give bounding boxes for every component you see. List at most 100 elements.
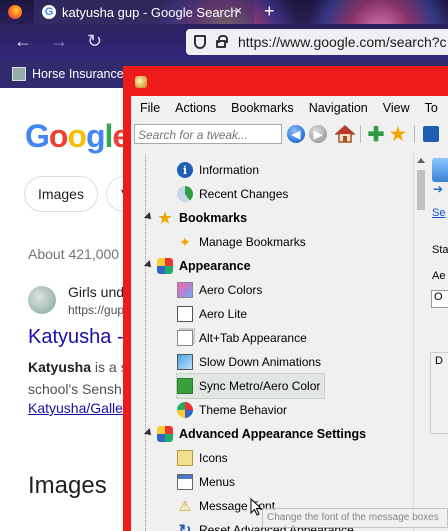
settings-link[interactable]: Se: [432, 207, 445, 219]
aero-lite-icon: [177, 306, 193, 322]
result-site-url[interactable]: https://gup: [68, 303, 124, 317]
home-icon[interactable]: [335, 124, 355, 144]
add-bookmark-icon[interactable]: ✚: [367, 124, 385, 146]
reload-icon[interactable]: ↻: [87, 31, 102, 51]
tree-item[interactable]: Menus: [177, 470, 235, 494]
tree-item[interactable]: Alt+Tab Appearance: [177, 326, 307, 350]
firefox-icon: [8, 5, 22, 19]
search-input[interactable]: [134, 124, 282, 144]
tree-item-label: Bookmarks: [179, 211, 248, 225]
bookmarks-star-icon[interactable]: ★: [389, 124, 407, 144]
shield-icon[interactable]: [194, 35, 206, 49]
tree-item[interactable]: Theme Behavior: [177, 398, 287, 422]
result-sublink[interactable]: Katyusha/Galle: [28, 400, 123, 416]
recent-changes-icon: [177, 186, 193, 202]
icons-icon: [177, 450, 193, 466]
back-arrow-icon[interactable]: ◀: [287, 125, 305, 143]
browser-tab-bar: G katyusha gup - Google Search × +: [0, 0, 448, 24]
menu-file[interactable]: File: [140, 101, 160, 115]
tree-item[interactable]: Recent Changes: [177, 182, 288, 206]
result-site-name[interactable]: Girls und: [68, 284, 124, 300]
images-section-heading: Images: [28, 472, 107, 499]
menu-view[interactable]: View: [383, 101, 410, 115]
forward-arrow-icon[interactable]: ▶: [309, 125, 327, 143]
appearance-icon: [157, 258, 173, 274]
tweak-icon: [432, 158, 448, 182]
browser-nav-bar: ← → ↻ https://www.google.com/search?c: [0, 24, 448, 60]
back-icon[interactable]: ←: [14, 31, 32, 51]
tree-item[interactable]: Aero Colors: [177, 278, 262, 302]
fireworks-decoration: [300, 0, 448, 24]
toolbar: ◀ ▶ ✚ ★: [131, 120, 448, 150]
details-panel: ➔ Se Sta Ae O D: [428, 154, 448, 531]
scroll-up-arrow-icon[interactable]: [417, 158, 425, 163]
app-icon[interactable]: [135, 76, 147, 88]
url-text[interactable]: https://www.google.com/search?c: [238, 34, 447, 50]
tree-scrollbar[interactable]: [413, 154, 428, 531]
toolbar-separator: [414, 125, 415, 143]
reset-icon: ↻: [178, 522, 192, 531]
tweaks-tree: i Information Recent Changes ★ Bookmarks ✦ Man…: [131, 154, 421, 531]
aero-label: Ae: [432, 270, 446, 282]
tree-item[interactable]: Aero Lite: [177, 302, 247, 326]
warning-icon: ⚠: [178, 497, 192, 514]
new-tab-button[interactable]: +: [264, 0, 275, 22]
tree-item-label: Aero Colors: [199, 283, 263, 297]
tree-item[interactable]: Icons: [177, 446, 228, 470]
tree-item[interactable]: Sync Metro/Aero Color: [175, 373, 326, 399]
tree-item-label: Information: [199, 163, 260, 177]
mouse-cursor-icon: [250, 498, 262, 516]
tree-item-label: Alt+Tab Appearance: [199, 331, 307, 345]
tree-item-label: Appearance: [179, 259, 251, 273]
sync-color-icon: [177, 378, 193, 394]
manage-bookmarks-icon: ✦: [179, 233, 191, 250]
menu-actions[interactable]: Actions: [175, 101, 216, 115]
tweaker-window: File Actions Bookmarks Navigation View T…: [123, 66, 448, 531]
forward-icon[interactable]: →: [50, 31, 68, 51]
browser-tab[interactable]: G katyusha gup - Google Search ×: [34, 0, 254, 24]
description-group: D: [430, 352, 448, 434]
tree-item-label: Menus: [199, 475, 236, 489]
tree-category[interactable]: Appearance: [144, 254, 251, 278]
share-icon[interactable]: [423, 126, 439, 142]
window-title-bar[interactable]: [123, 66, 448, 96]
scroll-thumb[interactable]: [417, 170, 425, 210]
tab-close-icon[interactable]: ×: [234, 3, 242, 18]
tree-item-label: Aero Lite: [199, 307, 248, 321]
bookmark-item[interactable]: Horse Insurance -: [32, 67, 131, 81]
theme-behavior-icon: [177, 402, 193, 418]
tab-title: katyusha gup - Google Search: [62, 4, 238, 20]
aero-colors-icon: [177, 282, 193, 298]
tree-item-label: Sync Metro/Aero Color: [199, 379, 321, 393]
tooltip: Change the font of the message boxes: [262, 508, 448, 528]
tree-item[interactable]: Slow Down Animations: [177, 350, 321, 374]
toolbar-separator: [360, 125, 361, 143]
tree-item[interactable]: i Information: [177, 158, 259, 182]
google-logo[interactable]: Google: [25, 118, 130, 155]
option-select[interactable]: O: [431, 290, 448, 308]
alt-tab-icon: [177, 330, 193, 346]
menu-bookmarks[interactable]: Bookmarks: [231, 101, 294, 115]
tree-item[interactable]: ✦ Manage Bookmarks: [177, 230, 306, 254]
status-label: Sta: [432, 244, 448, 256]
menu-navigation[interactable]: Navigation: [309, 101, 368, 115]
tree-item-label: Theme Behavior: [199, 403, 288, 417]
lock-icon[interactable]: [216, 35, 228, 48]
result-snippet: Katyusha is a s school's Sensh: [28, 359, 128, 397]
url-bar[interactable]: https://www.google.com/search?c: [186, 29, 448, 55]
google-favicon-icon: G: [42, 5, 56, 19]
tree-item-label: Recent Changes: [199, 187, 289, 201]
tree-category[interactable]: Advanced Appearance Settings: [144, 422, 366, 446]
star-icon: ★: [158, 210, 172, 227]
info-icon: i: [177, 162, 193, 178]
firefox-menu[interactable]: [0, 0, 30, 24]
arrow-icon: ➔: [433, 182, 444, 196]
tree-item-label: Slow Down Animations: [199, 355, 322, 369]
tree-category[interactable]: ★ Bookmarks: [144, 206, 248, 230]
advanced-appearance-icon: [157, 426, 173, 442]
images-filter-chip[interactable]: Images: [24, 176, 98, 212]
slow-animations-icon: [177, 354, 193, 370]
result-title-link[interactable]: Katyusha -: [28, 326, 124, 349]
menus-icon: [177, 474, 193, 490]
menu-tools[interactable]: To: [425, 101, 438, 115]
